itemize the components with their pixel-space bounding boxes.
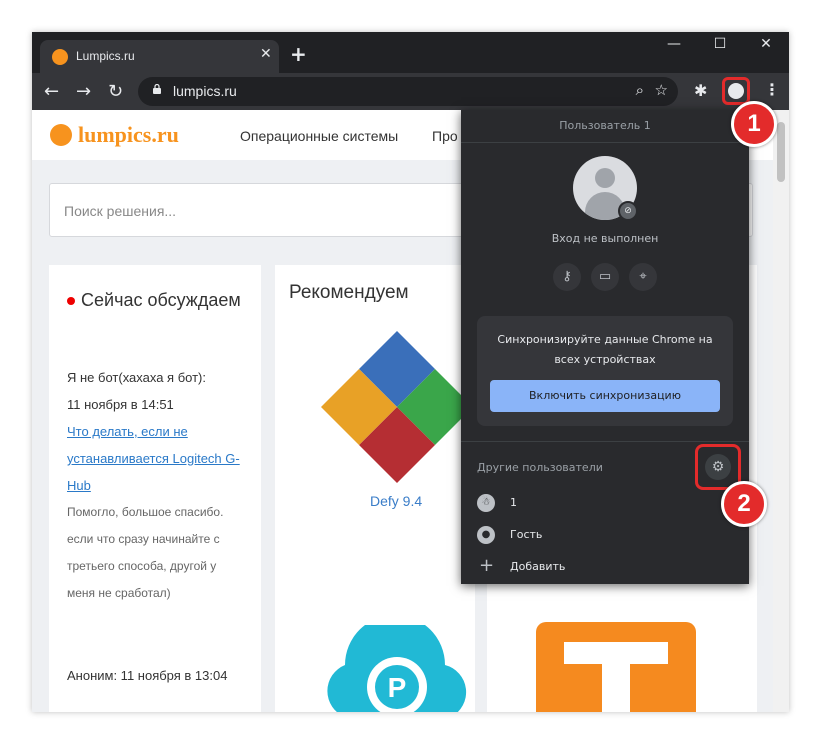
signin-status: Вход не выполнен bbox=[551, 232, 659, 245]
profile-popup: Пользователь 1 ⊘ Вход не выполнен ⚷ ▭ ⌖ … bbox=[461, 110, 749, 584]
zoom-icon[interactable]: ⌕ bbox=[636, 81, 644, 99]
profile-row-label: 1 bbox=[510, 496, 517, 509]
plus-icon: + bbox=[479, 555, 495, 576]
scrollbar-thumb[interactable] bbox=[777, 122, 785, 182]
url-text: lumpics.ru bbox=[173, 83, 237, 99]
back-arrow-icon[interactable]: ← bbox=[44, 81, 59, 102]
site-logo[interactable]: lumpics.ru bbox=[78, 122, 179, 148]
tab-strip: Lumpics.ru ✕ + — ☐ ✕ bbox=[32, 32, 789, 73]
page-scrollbar[interactable] bbox=[773, 110, 789, 712]
close-window-icon[interactable]: ✕ bbox=[743, 36, 789, 52]
comment-2: Аноним: 11 ноября в 13:04 bbox=[67, 662, 247, 689]
callout-2: 2 bbox=[721, 481, 767, 527]
new-tab-button[interactable]: + bbox=[290, 42, 307, 66]
defy-logo-icon[interactable] bbox=[319, 329, 475, 485]
tab-title: Lumpics.ru bbox=[76, 49, 135, 63]
tab-close-icon[interactable]: ✕ bbox=[260, 46, 272, 62]
lock-icon bbox=[153, 84, 161, 94]
profile-avatar-icon bbox=[728, 83, 744, 99]
comment-text: Помогло, большое спасибо. если что сразу… bbox=[67, 505, 224, 600]
discussion-card: Сейчас обсуждаем Я не бот(хахаха я бот):… bbox=[49, 265, 261, 712]
live-dot-icon bbox=[67, 297, 75, 306]
comment-article-link[interactable]: Что делать, если не устанавливается Logi… bbox=[67, 424, 240, 493]
discussion-title: Сейчас обсуждаем bbox=[67, 287, 257, 314]
turn-on-sync-button[interactable]: Включить синхронизацию bbox=[490, 380, 720, 412]
callout-1: 1 bbox=[731, 101, 777, 147]
profile-row-label: Добавить bbox=[510, 560, 566, 573]
tab-lumpics[interactable]: Lumpics.ru ✕ bbox=[40, 40, 279, 73]
reload-icon[interactable]: ↻ bbox=[108, 81, 123, 102]
sync-paused-icon: ⊘ bbox=[618, 201, 638, 221]
profile-row-label: Гость bbox=[510, 528, 543, 541]
minimize-icon[interactable]: — bbox=[651, 36, 697, 52]
browser-window: Lumpics.ru ✕ + — ☐ ✕ ← → ↻ lumpics.ru ⌕ … bbox=[32, 32, 789, 712]
other-users-label: Другие пользователи bbox=[477, 461, 603, 474]
bookmark-star-icon[interactable]: ☆ bbox=[655, 81, 668, 99]
profile-row-guest[interactable]: ● Гость bbox=[477, 526, 727, 546]
nav-link-os[interactable]: Операционные системы bbox=[240, 128, 398, 144]
payment-card-icon[interactable]: ▭ bbox=[591, 263, 619, 291]
gear-icon[interactable]: ⚙ bbox=[705, 454, 731, 480]
user-avatar-icon: ☃ bbox=[477, 494, 495, 512]
comment-author: Аноним: 11 ноября в 13:04 bbox=[67, 668, 228, 683]
address-bar[interactable]: lumpics.ru ⌕ ☆ bbox=[138, 77, 678, 106]
chrome-menu-icon[interactable]: ⋮ bbox=[764, 80, 780, 99]
nav-link-pro[interactable]: Про bbox=[432, 128, 458, 144]
divider bbox=[461, 441, 749, 442]
comment-date: 11 ноября в 14:51 bbox=[67, 397, 174, 412]
comment-author: Я не бот(хахаха я бот): bbox=[67, 370, 206, 385]
profile-row-1[interactable]: ☃ 1 bbox=[477, 494, 727, 514]
guest-avatar-icon: ● bbox=[477, 526, 495, 544]
comment-1: Я не бот(хахаха я бот): 11 ноября в 14:5… bbox=[67, 364, 247, 607]
forward-arrow-icon[interactable]: → bbox=[76, 81, 91, 102]
recommend-item-caption[interactable]: Defy 9.4 bbox=[370, 493, 422, 509]
svg-text:P: P bbox=[388, 672, 407, 703]
extensions-puzzle-icon[interactable]: ✱ bbox=[694, 81, 707, 100]
t-letter-icon bbox=[564, 642, 668, 712]
t-app-logo-icon[interactable] bbox=[536, 622, 696, 712]
search-placeholder: Поиск решения... bbox=[64, 203, 177, 219]
maximize-icon[interactable]: ☐ bbox=[697, 36, 743, 52]
avatar-head bbox=[595, 168, 615, 188]
profile-user-name: Пользователь 1 bbox=[559, 119, 651, 132]
sync-promo-text: Синхронизируйте данные Chrome на всех ус… bbox=[497, 333, 713, 366]
site-favicon-icon bbox=[52, 49, 68, 65]
browser-toolbar: ← → ↻ lumpics.ru ⌕ ☆ ✱ ⋮ bbox=[32, 73, 789, 110]
recommend-title: Рекомендуем bbox=[289, 282, 409, 303]
addresses-pin-icon[interactable]: ⌖ bbox=[629, 263, 657, 291]
divider bbox=[461, 142, 749, 143]
sync-promo: Синхронизируйте данные Chrome на всех ус… bbox=[477, 316, 733, 426]
passwords-key-icon[interactable]: ⚷ bbox=[553, 263, 581, 291]
pcloud-logo-icon[interactable]: P bbox=[315, 625, 479, 712]
profile-button[interactable] bbox=[722, 77, 750, 105]
profile-row-add[interactable]: + Добавить bbox=[477, 555, 727, 578]
recommend-card: Рекомендуем Defy 9.4 P bbox=[275, 265, 475, 712]
logo-icon bbox=[50, 124, 72, 146]
